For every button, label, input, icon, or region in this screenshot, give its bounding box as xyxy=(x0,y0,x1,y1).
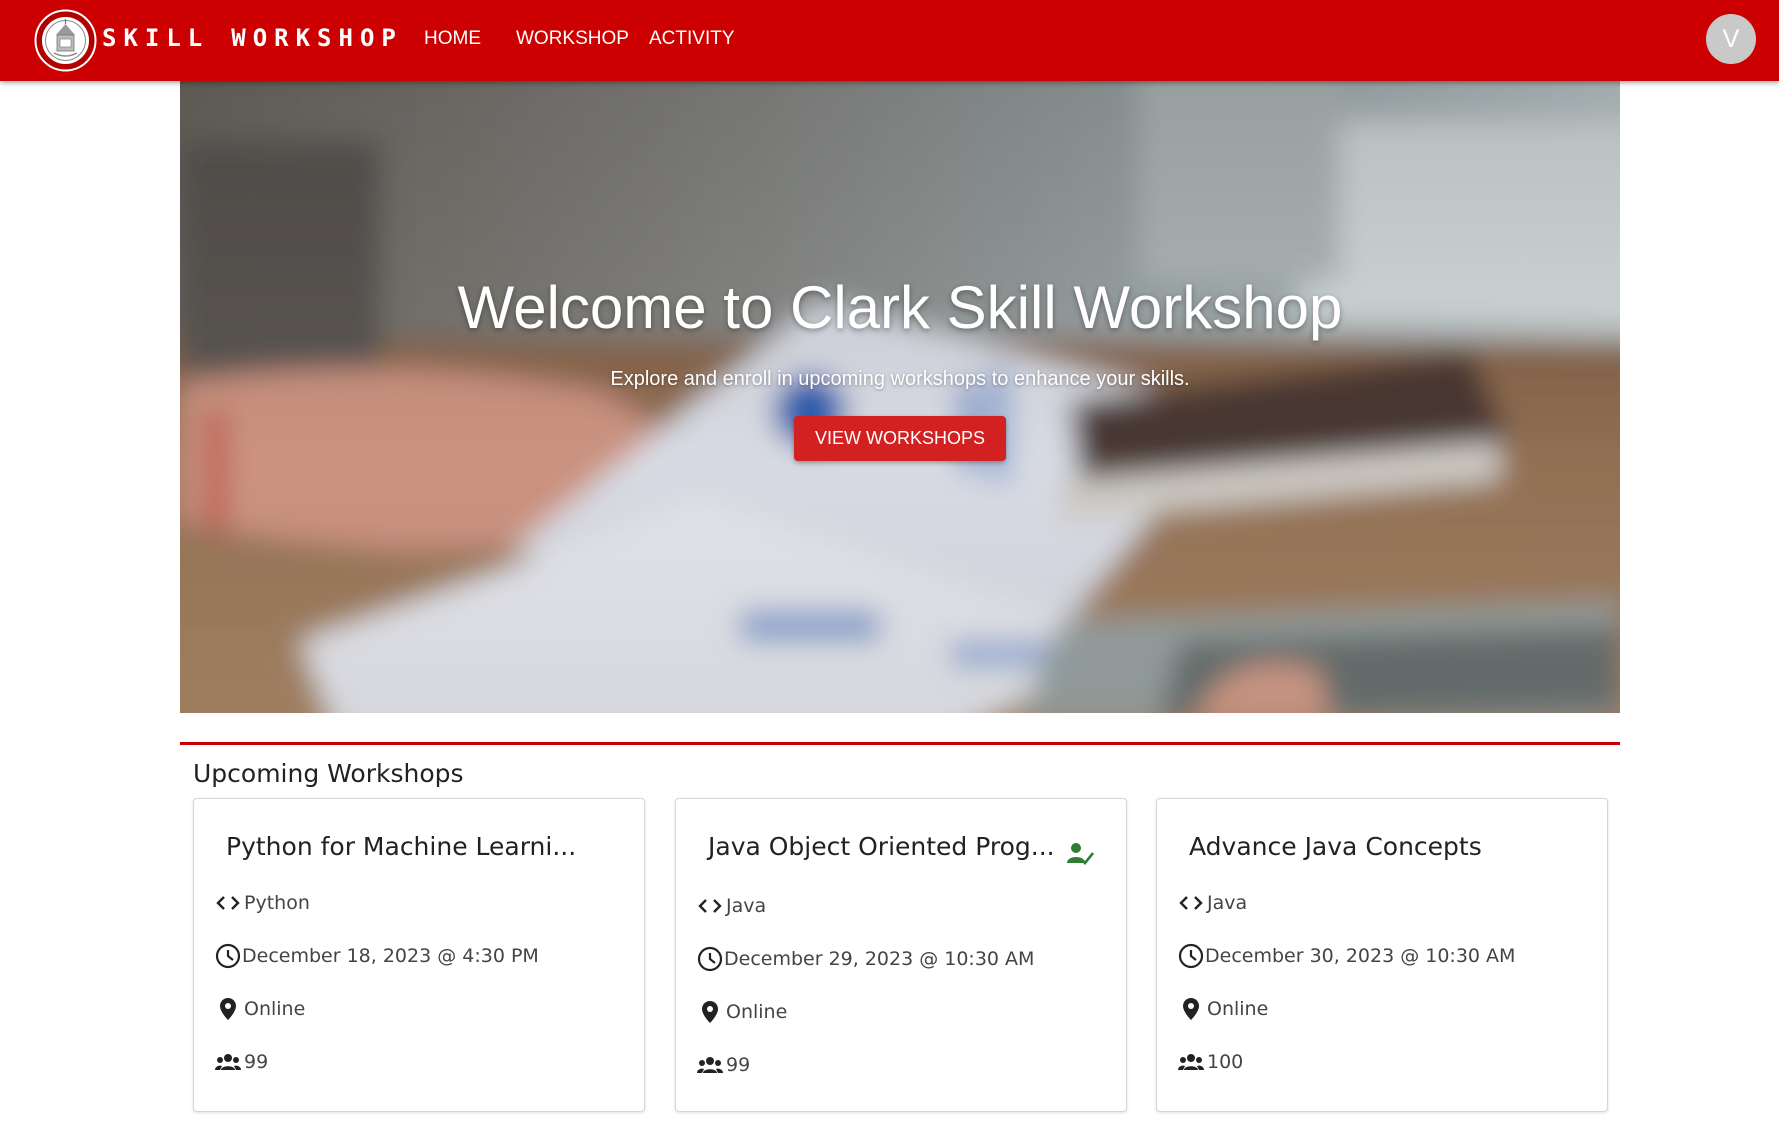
workshop-datetime: December 30, 2023 @ 10:30 AM xyxy=(1205,945,1516,967)
workshop-datetime: December 29, 2023 @ 10:30 AM xyxy=(724,948,1035,970)
clark-seal-logo[interactable] xyxy=(34,9,97,72)
code-brackets-icon xyxy=(214,889,242,917)
clock-icon xyxy=(214,942,242,970)
workshop-datetime-row: December 18, 2023 @ 4:30 PM xyxy=(214,942,539,970)
workshop-seats-row: 99 xyxy=(696,1051,750,1079)
workshop-datetime-row: December 30, 2023 @ 10:30 AM xyxy=(1177,942,1515,970)
nav-workshop[interactable]: WORKSHOP xyxy=(516,28,629,50)
people-group-icon xyxy=(1177,1048,1205,1076)
clock-icon xyxy=(1177,942,1205,970)
brand-name[interactable]: SKILL WORKSHOP xyxy=(102,24,403,52)
workshop-seats: 99 xyxy=(244,1051,269,1073)
workshop-language-row: Java xyxy=(696,892,766,920)
workshop-location-row: Online xyxy=(214,995,305,1023)
workshop-language: Java xyxy=(726,895,767,917)
section-divider xyxy=(180,742,1620,745)
location-pin-icon xyxy=(696,998,724,1026)
workshop-seats-row: 99 xyxy=(214,1048,268,1076)
workshop-datetime-row: December 29, 2023 @ 10:30 AM xyxy=(696,945,1034,973)
workshop-location: Online xyxy=(726,1001,788,1023)
brand-word-workshop: WORKSHOP xyxy=(231,24,403,52)
location-pin-icon xyxy=(1177,995,1205,1023)
workshop-language-row: Java xyxy=(1177,889,1247,917)
user-avatar[interactable]: V xyxy=(1706,14,1756,64)
workshop-location-row: Online xyxy=(1177,995,1268,1023)
workshop-location: Online xyxy=(244,998,306,1020)
hero-banner: Welcome to Clark Skill Workshop Explore … xyxy=(180,81,1620,713)
workshop-datetime: December 18, 2023 @ 4:30 PM xyxy=(242,945,539,967)
workshop-card[interactable]: Java Object Oriented Prog... Java Decemb… xyxy=(675,798,1127,1112)
workshop-card[interactable]: Advance Java Concepts Java December 30, … xyxy=(1156,798,1608,1112)
brand-word-skill: SKILL xyxy=(102,24,210,52)
hero-title: Welcome to Clark Skill Workshop xyxy=(457,274,1343,341)
workshop-title[interactable]: Java Object Oriented Prog... xyxy=(708,832,1055,861)
section-title: Upcoming Workshops xyxy=(193,759,464,788)
hero-subtitle: Explore and enroll in upcoming workshops… xyxy=(610,368,1190,390)
person-check-icon xyxy=(1066,840,1095,868)
code-brackets-icon xyxy=(696,892,724,920)
workshop-language: Java xyxy=(1207,892,1248,914)
clock-icon xyxy=(696,945,724,973)
workshop-seats: 99 xyxy=(726,1054,751,1076)
people-group-icon xyxy=(214,1048,242,1076)
view-workshops-button[interactable]: VIEW WORKSHOPS xyxy=(794,416,1006,461)
hero-background-image xyxy=(180,81,1620,713)
app-bar: SKILL WORKSHOP HOME WORKSHOP ACTIVITY V xyxy=(0,0,1779,81)
people-group-icon xyxy=(696,1051,724,1079)
location-pin-icon xyxy=(214,995,242,1023)
workshop-language-row: Python xyxy=(214,889,310,917)
workshop-title[interactable]: Advance Java Concepts xyxy=(1189,832,1482,861)
workshop-language: Python xyxy=(244,892,310,914)
workshop-seats-row: 100 xyxy=(1177,1048,1243,1076)
code-brackets-icon xyxy=(1177,889,1205,917)
workshop-location-row: Online xyxy=(696,998,787,1026)
workshop-title[interactable]: Python for Machine Learni... xyxy=(226,832,576,861)
nav-activity[interactable]: ACTIVITY xyxy=(649,28,735,50)
nav-home[interactable]: HOME xyxy=(424,28,481,50)
workshop-seats: 100 xyxy=(1207,1051,1244,1073)
workshop-card[interactable]: Python for Machine Learni... Python Dece… xyxy=(193,798,645,1112)
workshop-location: Online xyxy=(1207,998,1269,1020)
